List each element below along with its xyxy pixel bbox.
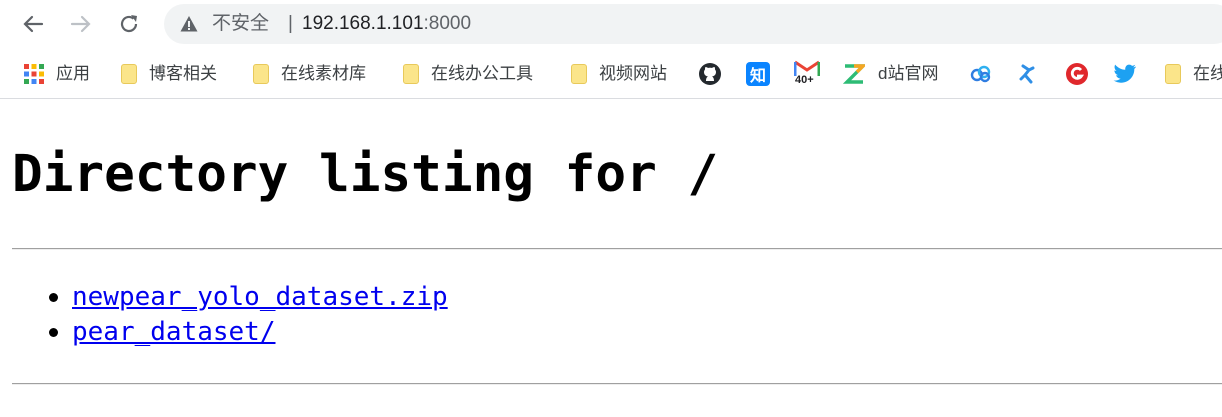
bookmark-runner[interactable]: [1019, 52, 1037, 96]
gmail-icon: 40+: [793, 60, 821, 88]
file-link-folder[interactable]: pear_dataset/: [72, 317, 276, 347]
gmail-unread-count: 40+: [795, 74, 814, 86]
bookmark-label: 在线: [1193, 64, 1222, 83]
bookmark-zhihu[interactable]: 知: [746, 52, 770, 96]
warning-triangle-icon[interactable]: [180, 15, 198, 33]
folder-icon: [571, 64, 587, 84]
forward-button[interactable]: [64, 7, 98, 41]
bookmark-folder-office-tools[interactable]: 在线办公工具: [403, 52, 533, 96]
bookmark-d-site[interactable]: d站官网: [843, 52, 938, 96]
url-text[interactable]: 192.168.1.101:8000: [302, 13, 471, 35]
bookmark-red-g[interactable]: [1065, 52, 1089, 96]
bookmark-github[interactable]: [698, 52, 722, 96]
zhihu-icon: 知: [746, 62, 770, 86]
z-logo-icon: [843, 64, 865, 84]
bookmark-gmail[interactable]: 40+: [793, 52, 821, 96]
folder-icon: [403, 64, 419, 84]
bookmark-folder-blog[interactable]: 博客相关: [121, 52, 217, 96]
top-divider: [12, 248, 1222, 250]
browser-toolbar: 不安全 | 192.168.1.101:8000: [0, 0, 1222, 50]
bookmark-label: 在线素材库: [281, 64, 366, 83]
bookmark-label: 视频网站: [599, 64, 667, 83]
bookmark-folder-online[interactable]: 在线: [1165, 52, 1222, 96]
bookmark-apps[interactable]: 应用: [24, 52, 90, 96]
reload-button[interactable]: [112, 7, 146, 41]
bookmark-cloud[interactable]: [970, 52, 992, 96]
back-button[interactable]: [16, 7, 50, 41]
bookmark-label: 应用: [56, 64, 90, 83]
file-list: newpear_yolo_dataset.zip pear_dataset/: [12, 280, 448, 350]
cloud-icon: [970, 65, 991, 83]
folder-icon: [1165, 64, 1181, 84]
address-bar[interactable]: 不安全 | 192.168.1.101:8000: [164, 4, 1222, 44]
github-icon: [699, 63, 721, 85]
address-separator: |: [288, 13, 293, 34]
folder-icon: [121, 64, 137, 84]
url-host: 192.168.1.101: [302, 13, 424, 34]
folder-icon: [253, 64, 269, 84]
arrow-left-icon: [23, 15, 44, 33]
runner-icon: [1019, 64, 1035, 84]
list-item: pear_dataset/: [12, 315, 448, 350]
security-status-label[interactable]: 不安全: [212, 13, 269, 35]
red-g-icon: [1066, 63, 1088, 85]
bookmark-folder-video[interactable]: 视频网站: [571, 52, 667, 96]
arrow-right-icon: [70, 15, 91, 33]
twitter-icon: [1113, 64, 1136, 83]
list-item: newpear_yolo_dataset.zip: [12, 280, 448, 315]
page-title: Directory listing for /: [12, 145, 719, 204]
bookmark-folder-assets[interactable]: 在线素材库: [253, 52, 366, 96]
apps-grid-icon: [24, 64, 44, 84]
page-content: Directory listing for / newpear_yolo_dat…: [0, 99, 1222, 417]
bookmark-label: 在线办公工具: [431, 64, 533, 83]
bookmark-label: 博客相关: [149, 64, 217, 83]
bullet-icon: [49, 328, 58, 337]
bookmarks-bar: 应用 博客相关 在线素材库 在线办公工具 视频网站 知 40+ d站官网 在线: [0, 52, 1222, 96]
url-port: :8000: [423, 13, 472, 34]
bullet-icon: [49, 293, 58, 302]
bookmark-twitter[interactable]: [1113, 52, 1137, 96]
file-link-zip[interactable]: newpear_yolo_dataset.zip: [72, 282, 448, 312]
reload-icon: [120, 15, 138, 33]
bookmark-label: d站官网: [878, 64, 939, 83]
bottom-divider: [12, 383, 1222, 385]
